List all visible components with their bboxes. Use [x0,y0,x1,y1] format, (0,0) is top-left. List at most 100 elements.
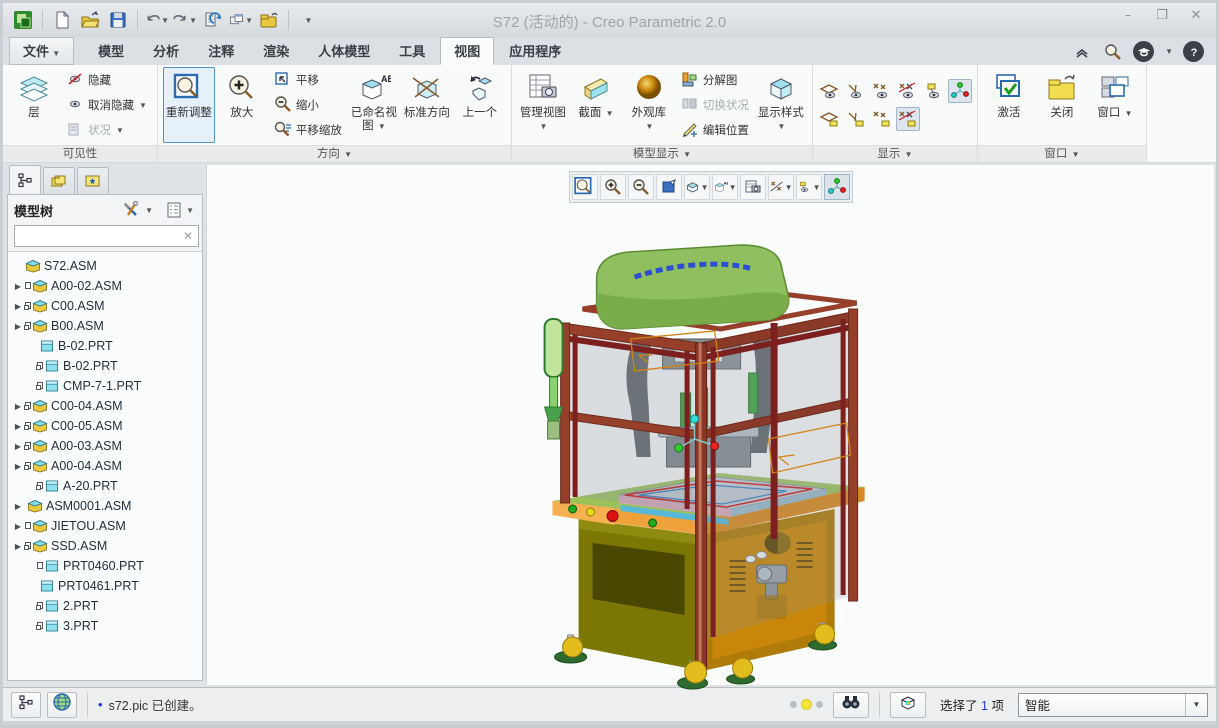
tab-annotate[interactable]: 注释 [194,37,248,65]
windows-button[interactable]: 窗口 ▼ [1089,67,1141,143]
layers-button[interactable]: 层 [8,67,60,143]
close-button[interactable]: ✕ [1186,9,1206,25]
tree-tools-button[interactable]: ▼ [120,200,155,220]
expand-arrow[interactable]: ▶ [12,542,24,551]
spin-center-toggle[interactable] [948,79,972,103]
tree-item-jietou.asm[interactable]: ▶ JIETOU.ASM [10,516,200,536]
tab-view[interactable]: 视图 [440,37,494,65]
tab-applications[interactable]: 应用程序 [495,37,575,65]
tree-item-ssd.asm[interactable]: ▶ SSD.ASM [10,536,200,556]
tree-item-b00.asm[interactable]: ▶ B00.ASM [10,316,200,336]
activate-button[interactable]: 激活 [983,67,1035,143]
plane-display-toggle[interactable] [818,79,842,103]
clear-search-icon[interactable]: ✕ [178,229,198,243]
vp-saved-orientations-button[interactable]: AB▼ [712,174,738,200]
edit-position-button[interactable]: 编辑位置 [678,119,752,142]
vp-zoom-out-button[interactable] [628,174,654,200]
expand-arrow[interactable]: ▶ [12,462,24,471]
tree-item-a00-03.asm[interactable]: ▶ A00-03.ASM [10,436,200,456]
tree-item-cmp-7-1.prt[interactable]: CMP-7-1.PRT [10,376,200,396]
machine-hood[interactable] [596,245,788,329]
tree-item-b-02.prt[interactable]: B-02.PRT [10,336,200,356]
learning-connector-button[interactable] [1133,41,1154,62]
expand-arrow[interactable]: ▶ [12,522,24,531]
vp-view-manager-button[interactable] [740,174,766,200]
new-file-button[interactable] [50,9,74,31]
tab-tools[interactable]: 工具 [385,37,439,65]
tree-item-a-20.prt[interactable]: A-20.PRT [10,476,200,496]
toggle-status-button[interactable]: 切换状况 [678,94,752,117]
collapse-ribbon-button[interactable] [1071,41,1092,62]
vp-spin-center-button[interactable] [824,174,850,200]
tab-render[interactable]: 渲染 [249,37,303,65]
annotation-display-toggle[interactable] [922,79,946,103]
customize-qat-button[interactable]: ▼ [296,9,320,31]
point-display-toggle[interactable] [870,79,894,103]
unhide-button[interactable]: 取消隐藏 ▼ [63,94,150,117]
tree-item-b-02.prt[interactable]: B-02.PRT [10,356,200,376]
restore-button[interactable]: ❐ [1152,9,1172,25]
tree-item-prt0460.prt[interactable]: PRT0460.PRT [10,556,200,576]
vp-annotation-display-button[interactable]: ▼ [796,174,822,200]
csys-display-toggle[interactable] [896,79,920,103]
explode-view-button[interactable]: 分解图 [678,69,752,92]
switch-window-button[interactable]: ▼ [229,9,253,31]
redo-button[interactable]: ▼ [173,9,197,31]
filter-dropdown-caret[interactable]: ▼ [1185,694,1207,716]
vp-datum-display-button[interactable]: ▼ [768,174,794,200]
navtab-model-tree[interactable] [9,165,41,194]
tab-file[interactable]: 文件 ▼ [9,37,74,65]
standard-orientation-button[interactable]: 标准方向 [401,67,453,143]
appearances-button[interactable]: 外观库 ▼ [623,67,675,143]
named-views-button[interactable]: AB 已命名视图 ▼ [348,67,400,143]
point-tag-toggle[interactable] [870,107,894,131]
tab-model[interactable]: 模型 [84,37,138,65]
tree-settings-button[interactable]: ▼ [163,200,196,220]
expand-arrow[interactable]: ▶ [12,282,24,291]
toggle-navigator-button[interactable] [11,692,41,718]
manage-views-button[interactable]: 管理视图 ▼ [517,67,569,143]
refit-button[interactable]: 重新调整 [163,67,215,143]
csys-tag-toggle[interactable] [896,107,920,131]
tree-item-c00-04.asm[interactable]: ▶ C00-04.ASM [10,396,200,416]
save-button[interactable] [106,9,130,31]
3d-model-machine[interactable] [534,243,894,691]
pan-zoom-button[interactable]: 平移缩放 [271,119,345,142]
navtab-favorites[interactable] [77,167,109,194]
tree-item-a00-02.asm[interactable]: ▶ A00-02.ASM [10,276,200,296]
expand-arrow[interactable]: ▶ [12,422,24,431]
tree-item-asm0001.asm[interactable]: ▶ ASM0001.ASM [10,496,200,516]
navtab-folder-browser[interactable] [43,167,75,194]
expand-arrow[interactable]: ▶ [12,402,24,411]
browser-button[interactable] [47,692,77,718]
hide-button[interactable]: 隐藏 [63,69,150,92]
search-button[interactable] [1102,41,1123,62]
graphics-viewport[interactable]: ▼AB▼▼▼ [206,165,1214,685]
regenerate-button[interactable] [201,9,225,31]
tree-item-a00-04.asm[interactable]: ▶ A00-04.ASM [10,456,200,476]
pan-button[interactable]: 平移 [271,69,345,92]
help-button[interactable]: ? [1183,41,1204,62]
expand-arrow[interactable]: ▶ [12,442,24,451]
plane-tag-toggle[interactable] [818,107,842,131]
tree-item-s72.asm[interactable]: S72.ASM [10,256,200,276]
tree-item-prt0461.prt[interactable]: PRT0461.PRT [10,576,200,596]
expand-arrow[interactable]: ▶ [12,302,24,311]
axis-display-toggle[interactable] [844,79,868,103]
select-items-button[interactable] [890,692,926,718]
expand-arrow[interactable]: ▶ [12,322,24,331]
tree-search-input[interactable] [15,229,178,243]
expand-arrow[interactable]: ▶ [12,502,24,511]
tree-item-c00-05.asm[interactable]: ▶ C00-05.ASM [10,416,200,436]
vp-display-style-button[interactable]: ▼ [684,174,710,200]
app-button[interactable] [11,9,35,31]
tree-item-3.prt[interactable]: 3.PRT [10,616,200,636]
tab-analysis[interactable]: 分析 [139,37,193,65]
open-file-button[interactable] [78,9,102,31]
close-window-button[interactable]: 关闭 [1036,67,1088,143]
tree-item-c00.asm[interactable]: ▶ C00.ASM [10,296,200,316]
axis-tag-toggle[interactable] [844,107,868,131]
vp-zoom-in-button[interactable] [600,174,626,200]
vp-refit-button[interactable] [572,174,598,200]
tab-manikin[interactable]: 人体模型 [304,37,384,65]
